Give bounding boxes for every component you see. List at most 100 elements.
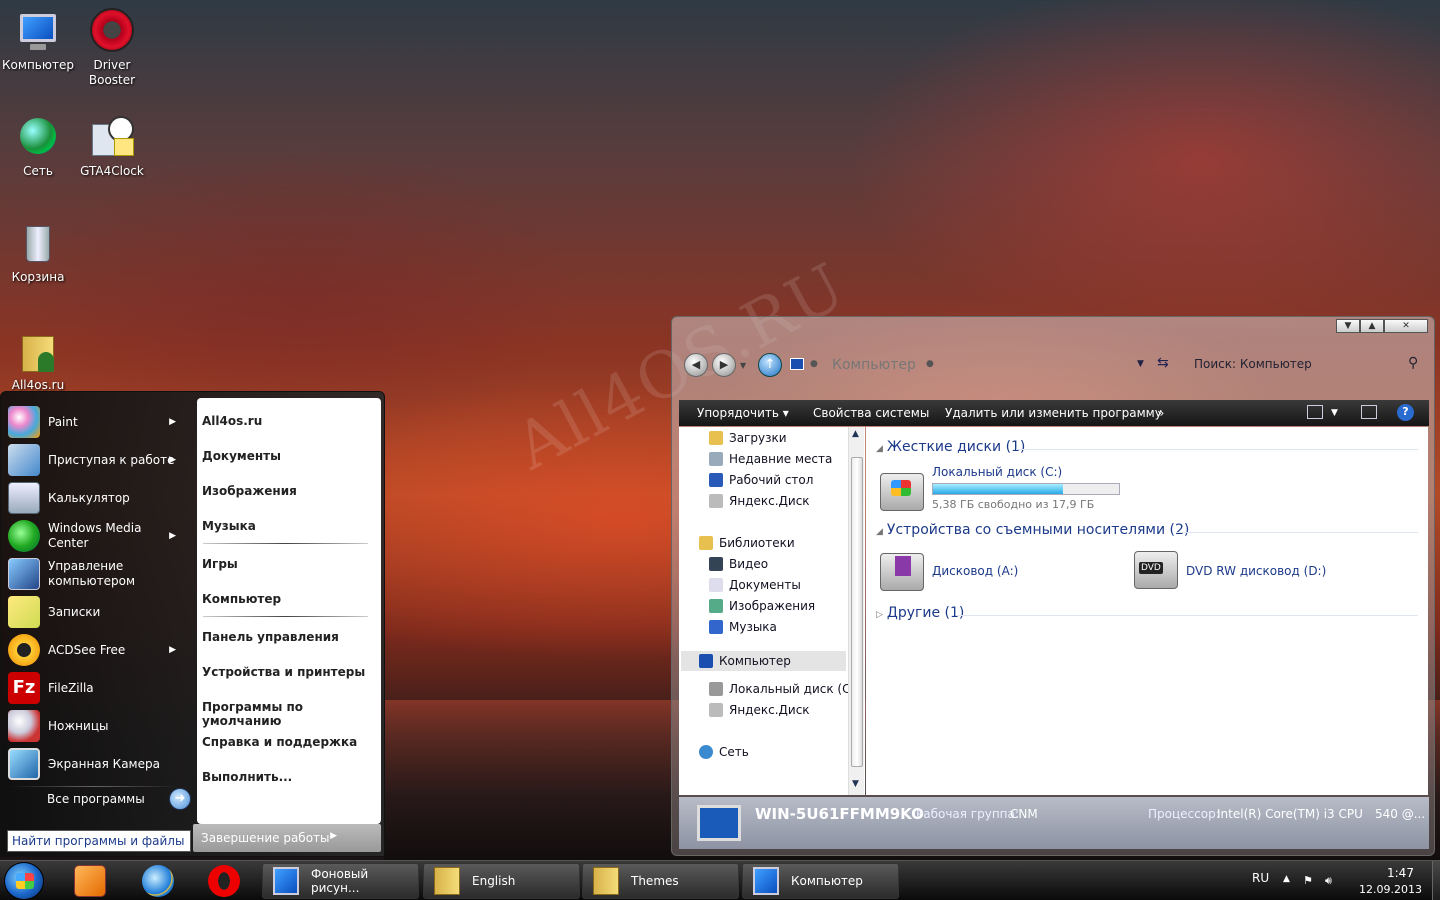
show-hidden-icons-icon[interactable]: ▲ [1283,874,1290,884]
group-other[interactable]: ▷ Другие (1) [876,605,964,621]
desktop-icon-computer[interactable]: Компьютер [0,8,76,73]
group-divider [1176,532,1418,533]
nav-item-video[interactable]: Видео [709,557,768,571]
language-indicator[interactable]: RU [1252,871,1269,885]
desktop-icon-gta4clock[interactable]: GTA4Clock [74,114,150,179]
local-disk-icon[interactable] [880,473,924,511]
minimize-button[interactable]: ▼ [1336,319,1360,333]
show-desktop-button[interactable] [1432,861,1440,900]
up-button[interactable]: ↑ [758,353,782,377]
local-disk-label[interactable]: Локальный диск (C:) [932,465,1062,479]
nav-item-local-disk[interactable]: Локальный диск (C:) [709,682,859,696]
group-hard-drives[interactable]: ◢ Жесткие диски (1) [876,439,1025,455]
place-music[interactable]: Музыка [202,519,256,533]
start-item-paint[interactable]: Paint ▶ [8,404,192,440]
taskbar-button-wallpaper[interactable]: Фоновый рисун... [262,863,419,899]
cpu-more: 540 @... [1375,807,1426,821]
preview-pane-icon[interactable] [1361,405,1377,419]
shutdown-options-arrow-icon[interactable]: ▶ [330,831,337,841]
view-dropdown-icon[interactable]: ▼ [1331,408,1338,418]
address-bar[interactable]: Компьютер [832,357,916,373]
arrow-right-icon[interactable]: ➜ [169,788,191,810]
taskbar-button-computer[interactable]: Компьютер [742,863,899,899]
start-item-computer-management[interactable]: Управление компьютером [8,556,192,592]
history-dropdown-icon[interactable]: ▼ [740,361,746,370]
nav-item-desktop[interactable]: Рабочий стол [709,473,813,487]
scroll-up-icon[interactable]: ▲ [852,429,859,439]
clock-time[interactable]: 1:47 [1387,866,1414,880]
place-control-panel[interactable]: Панель управления [202,630,339,644]
back-button[interactable]: ◀ [684,353,708,377]
volume-icon[interactable]: 🔊︎ [1325,874,1332,888]
place-devices-printers[interactable]: Устройства и принтеры [202,665,365,679]
dvd-drive-label[interactable]: DVD RW дисковод (D:) [1186,564,1326,578]
start-item-acdsee[interactable]: ACDSee Free ▶ [8,632,192,668]
desktop-icon-network[interactable]: Сеть [0,114,76,179]
nav-item-music[interactable]: Музыка [709,620,777,634]
group-divider [958,615,1418,616]
taskbar-button-themes[interactable]: Themes [582,863,739,899]
more-commands-button[interactable]: » [1157,406,1164,420]
desktop-icon-recycle-bin[interactable]: Корзина [0,220,76,285]
nav-item-documents[interactable]: Документы [709,578,801,592]
nav-item-network[interactable]: Сеть [699,745,749,759]
nav-item-computer[interactable]: Компьютер [681,651,846,671]
scroll-down-icon[interactable]: ▼ [852,779,859,789]
place-pictures[interactable]: Изображения [202,484,297,498]
start-item-sticky-notes[interactable]: Записки [8,594,192,630]
refresh-icon[interactable]: ⇆ [1157,355,1169,371]
floppy-drive-label[interactable]: Дисковод (A:) [932,564,1018,578]
start-item-getting-started[interactable]: Приступая к работе ▶ [8,442,192,478]
media-player-icon[interactable] [74,865,106,897]
nav-item-libraries[interactable]: Библиотеки [699,536,795,550]
folder-user-icon [14,328,62,376]
scroll-thumb[interactable] [851,457,863,767]
internet-explorer-icon[interactable] [142,865,174,897]
desktop-icon-all4os[interactable]: All4os.ru [0,328,76,393]
start-item-calculator[interactable]: Калькулятор [8,480,192,516]
desktop-icon-driver-booster[interactable]: Driver Booster [74,6,150,88]
start-item-media-center[interactable]: Windows Media Center ▶ [8,518,192,554]
opera-icon[interactable] [208,865,240,897]
start-search-input[interactable]: Найти программы и файлы [7,830,191,852]
help-icon[interactable]: ? [1397,404,1414,421]
desktop-icon-label: Корзина [11,270,65,284]
place-all4os[interactable]: All4os.ru [202,414,262,428]
nav-item-yandex-disk-2[interactable]: Яндекс.Диск [709,703,810,717]
group-removable[interactable]: ◢ Устройства со съемными носителями (2) [876,522,1189,538]
start-item-snipping-tool[interactable]: Ножницы [8,708,192,744]
place-games[interactable]: Игры [202,557,238,571]
nav-item-downloads[interactable]: Загрузки [709,431,787,445]
nav-item-yandex-disk[interactable]: Яндекс.Диск [709,494,810,508]
search-icon[interactable]: ⚲ [1408,355,1418,371]
downloads-icon [709,431,723,445]
place-help-support[interactable]: Справка и поддержка [202,735,357,749]
clock-date[interactable]: 12.09.2013 [1359,883,1422,896]
place-default-programs[interactable]: Программы по умолчанию [202,700,381,728]
forward-button[interactable]: ▶ [712,353,736,377]
address-dropdown-icon[interactable]: ▼ [1137,359,1144,369]
place-documents[interactable]: Документы [202,449,281,463]
dvd-drive-icon[interactable]: DVD [1134,551,1178,589]
system-properties-button[interactable]: Свойства системы [813,406,929,420]
maximize-button[interactable]: ▲ [1360,319,1384,333]
uninstall-program-button[interactable]: Удалить или изменить программу [945,406,1162,420]
nav-item-pictures[interactable]: Изображения [709,599,815,613]
search-input[interactable]: Поиск: Компьютер [1194,357,1312,371]
start-item-filezilla[interactable]: Fz FileZilla [8,670,192,706]
explorer-window: ▼ ▲ ✕ ◀ ▶ ▼ ↑ ● Компьютер ● ▼ ⇆ Поиск: К… [671,316,1435,856]
start-item-screen-camera[interactable]: Экранная Камера [8,746,192,782]
view-options-icon[interactable] [1307,405,1323,419]
floppy-drive-icon[interactable] [880,553,924,591]
place-computer[interactable]: Компьютер [202,592,281,606]
nav-scrollbar[interactable]: ▲ ▼ [848,427,864,795]
start-button[interactable] [4,862,44,900]
nav-item-recent-places[interactable]: Недавние места [709,452,832,466]
all-programs-link[interactable]: Все программы [47,792,145,806]
action-center-icon[interactable]: ⚑ [1303,874,1313,887]
shutdown-button[interactable]: Завершение работы ▶ [193,824,381,852]
organize-button[interactable]: Упорядочить ▾ [697,406,789,420]
place-run[interactable]: Выполнить... [202,770,292,784]
close-button[interactable]: ✕ [1384,319,1428,333]
taskbar-button-english[interactable]: English [423,863,580,899]
